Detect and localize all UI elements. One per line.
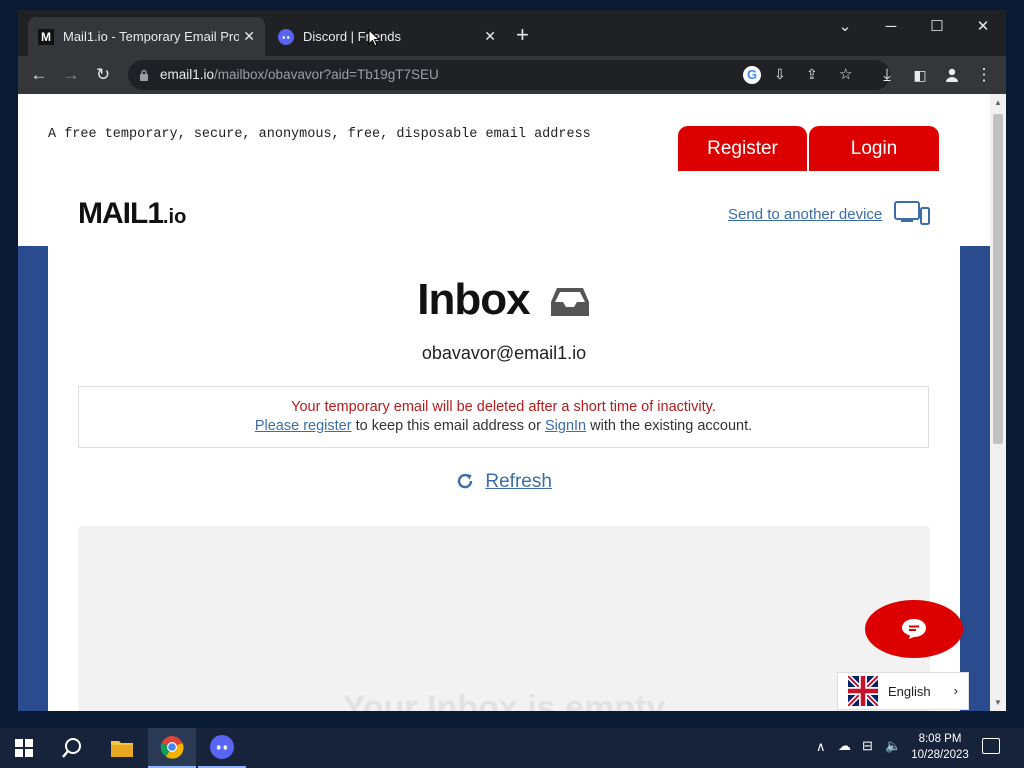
refresh-icon [457, 473, 473, 489]
notifications-icon[interactable] [982, 738, 1000, 754]
notice-actions-text: Please register to keep this email addre… [254, 418, 753, 434]
empty-inbox-text: Your Inbox is empty [342, 689, 666, 711]
page-viewport: A free temporary, secure, anonymous, fre… [18, 94, 990, 711]
browser-window: M Mail1.io - Temporary Email Provid ✕ Di… [18, 10, 1006, 711]
inbox-card: MAIL1.io Send to another device Inbox ob… [48, 171, 960, 711]
maximize-icon[interactable]: ☐ [914, 10, 960, 42]
close-window-icon[interactable]: ✕ [960, 10, 1006, 42]
scroll-up-icon[interactable]: ▲ [994, 98, 1002, 107]
uk-flag-icon [848, 676, 878, 706]
file-explorer-button[interactable] [98, 728, 146, 768]
devices-icon[interactable] [893, 199, 931, 227]
tab-title: Mail1.io - Temporary Email Provid [63, 29, 239, 44]
tab-discord[interactable]: Discord | Friends ✕ [268, 17, 506, 56]
tab-title: Discord | Friends [303, 29, 402, 44]
back-arrow-icon[interactable]: ← [27, 63, 51, 87]
chrome-icon [160, 736, 184, 759]
site-tagline: A free temporary, secure, anonymous, fre… [48, 127, 591, 142]
url-text: email1.io/mailbox/obavavor?aid=Tb19gT7SE… [160, 67, 439, 82]
send-to-device-link[interactable]: Send to another device [728, 206, 882, 223]
page-scrollbar[interactable]: ▲ ▼ [990, 94, 1006, 711]
site-logo[interactable]: MAIL1.io [78, 197, 186, 231]
clock-time: 8:08 PM [918, 733, 962, 745]
chrome-taskbar-button[interactable] [148, 728, 196, 768]
start-button[interactable] [0, 728, 48, 768]
gmail-like-m-icon: M [38, 28, 54, 45]
refresh-label: Refresh [485, 471, 552, 492]
notice-warning-text: Your temporary email will be deleted aft… [291, 399, 716, 415]
tab-search-icon[interactable]: ⌄ [822, 10, 868, 42]
chevron-right-icon: › [953, 683, 958, 698]
show-hidden-icons-icon[interactable]: ∧ [816, 739, 826, 755]
bookmark-star-icon[interactable]: ☆ [839, 65, 852, 83]
login-button[interactable]: Login [809, 126, 939, 172]
windows-taskbar: ∧ ☁ ⊟ 🔈 8:08 PM 10/28/2023 [0, 728, 1024, 768]
lock-icon [140, 69, 148, 81]
register-button[interactable]: Register [678, 126, 807, 172]
install-app-icon[interactable]: ⇩ [774, 66, 786, 83]
mouse-cursor-icon [368, 29, 380, 47]
profile-icon[interactable] [940, 63, 964, 87]
share-icon[interactable]: ⇪ [806, 66, 818, 83]
discord-icon [210, 735, 234, 759]
search-icon [62, 738, 81, 758]
onedrive-offline-icon[interactable]: ☁ [838, 738, 851, 754]
side-panel-icon[interactable]: ◧ [908, 63, 932, 87]
language-selector[interactable]: English › [837, 672, 969, 710]
menu-kebab-icon[interactable]: ⋮ [972, 63, 996, 87]
search-button[interactable] [48, 728, 96, 768]
folder-icon [111, 741, 133, 757]
desktop: M Mail1.io - Temporary Email Provid ✕ Di… [0, 0, 1024, 768]
language-label: English [888, 683, 931, 699]
minimize-icon[interactable]: ─ [868, 10, 914, 42]
system-clock[interactable]: 8:08 PM 10/28/2023 [905, 731, 975, 763]
reload-icon[interactable]: ↻ [91, 63, 115, 87]
scroll-down-icon[interactable]: ▼ [994, 698, 1002, 707]
chat-bubble-icon [902, 619, 926, 639]
network-icon[interactable]: ⊟ [862, 738, 873, 754]
close-tab-icon[interactable]: ✕ [243, 28, 255, 45]
chat-button[interactable] [865, 600, 963, 658]
discord-icon [278, 28, 294, 45]
windows-logo-icon [15, 739, 33, 757]
scrollbar-thumb[interactable] [993, 114, 1003, 444]
new-tab-button[interactable]: + [516, 24, 529, 46]
tab-strip: M Mail1.io - Temporary Email Provid ✕ Di… [18, 10, 1006, 56]
browser-toolbar: ← → ↻ email1.io/mailbox/obavavor?aid=Tb1… [18, 56, 1006, 94]
address-bar[interactable]: email1.io/mailbox/obavavor?aid=Tb19gT7SE… [128, 60, 890, 90]
clock-date: 10/28/2023 [911, 749, 969, 761]
download-icon[interactable]: ⤓ [875, 63, 899, 87]
volume-muted-icon[interactable]: 🔈 [885, 738, 901, 754]
message-list-area: Your Inbox is empty [78, 526, 930, 711]
close-tab-icon[interactable]: ✕ [484, 28, 496, 45]
inactivity-notice: Your temporary email will be deleted aft… [78, 386, 929, 448]
temporary-email-address[interactable]: obavavor@email1.io [48, 343, 960, 364]
refresh-button[interactable]: Refresh [48, 471, 960, 493]
forward-arrow-icon[interactable]: → [59, 63, 83, 87]
google-icon[interactable]: G [743, 66, 761, 84]
tab-mail1[interactable]: M Mail1.io - Temporary Email Provid ✕ [28, 17, 265, 56]
signin-link[interactable]: SignIn [545, 418, 586, 434]
discord-taskbar-button[interactable] [198, 728, 246, 768]
page-title: Inbox [48, 275, 960, 325]
please-register-link[interactable]: Please register [255, 418, 352, 434]
inbox-tray-icon [550, 288, 589, 317]
